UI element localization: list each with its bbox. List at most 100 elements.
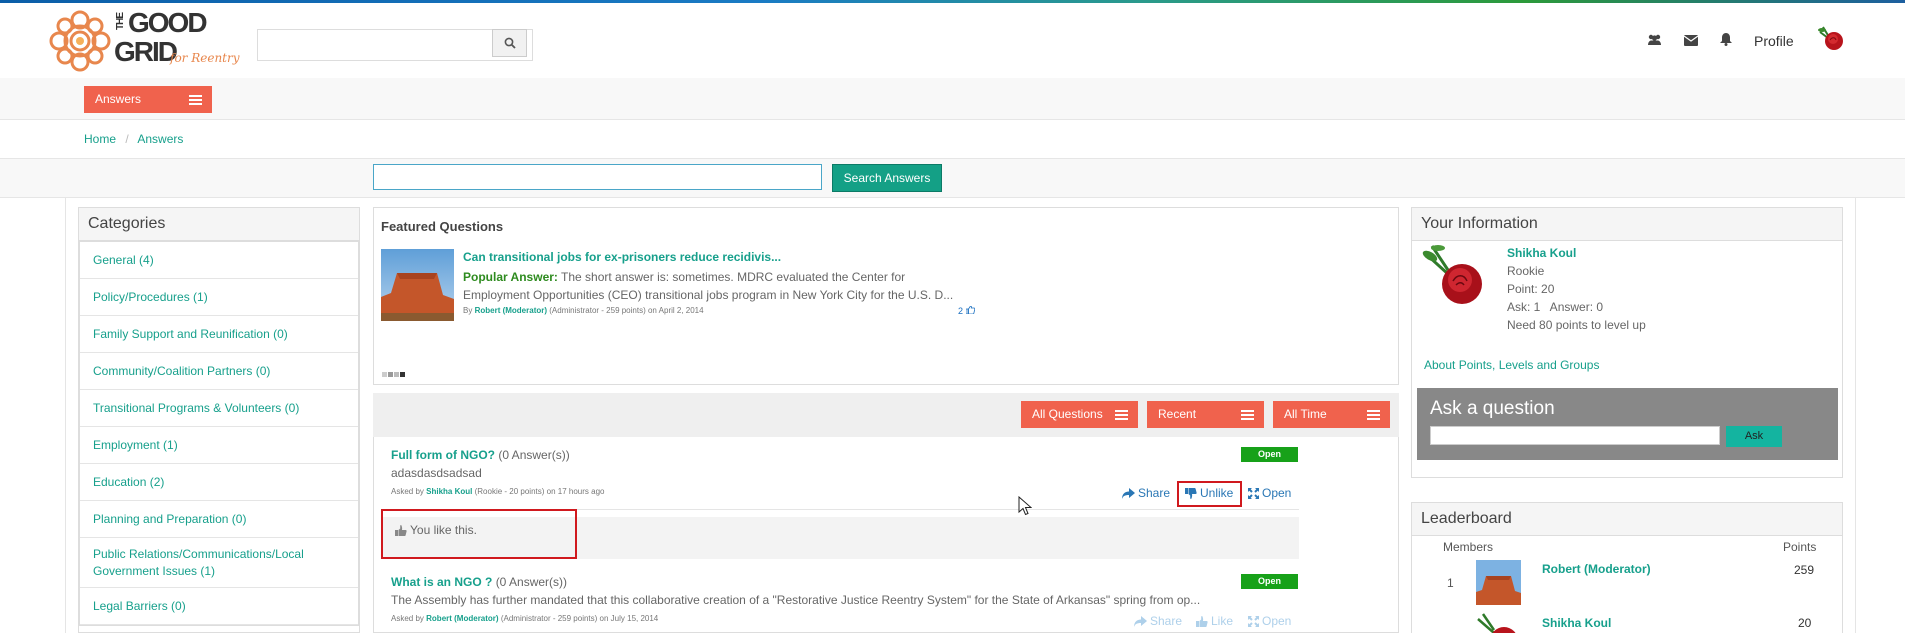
section-bar	[0, 78, 1905, 120]
expand-icon	[1248, 615, 1259, 627]
share-icon	[1134, 615, 1147, 627]
answer-search-input[interactable]	[373, 164, 822, 190]
site-search-button[interactable]	[492, 29, 527, 57]
question-title-link[interactable]: Full form of NGO?	[391, 448, 495, 462]
breadcrumb-answers[interactable]: Answers	[137, 132, 183, 146]
thumbs-up-icon	[965, 305, 975, 315]
leaderboard-member-link[interactable]: Robert (Moderator)	[1542, 562, 1651, 576]
hamburger-icon	[1241, 410, 1254, 420]
filter-recent[interactable]: Recent	[1147, 401, 1264, 428]
question-answer-count: (0 Answer(s))	[495, 575, 568, 589]
site-header: THE GOOD GRID for Reentry Profile	[0, 3, 1905, 79]
site-logo[interactable]: THE GOOD GRID for Reentry	[48, 7, 243, 75]
answers-menu-button[interactable]: Answers	[84, 86, 212, 113]
featured-like-number: 2	[958, 306, 964, 316]
highlight-unlike	[1177, 481, 1242, 507]
question-title-link[interactable]: What is an NGO ?	[391, 575, 492, 589]
bell-icon[interactable]	[1720, 33, 1732, 51]
search-icon	[504, 37, 516, 49]
popular-answer-label: Popular Answer:	[463, 270, 558, 284]
question-author-meta: (Administrator - 259 points)	[500, 614, 598, 623]
category-employment[interactable]: Employment (1)	[80, 427, 358, 464]
question-meta: Asked by Shikha Koul (Rookie - 20 points…	[391, 487, 604, 496]
groups-icon[interactable]	[1647, 33, 1662, 51]
question-body: adasdasdsadsad	[391, 466, 482, 480]
category-policy-procedures[interactable]: Policy/Procedures (1)	[80, 279, 358, 316]
open-label: Open	[1262, 486, 1292, 500]
question-meta: Asked by Robert (Moderator) (Administrat…	[391, 614, 1200, 623]
about-points-link[interactable]: About Points, Levels and Groups	[1424, 358, 1599, 372]
logo-grid: GRID	[114, 36, 178, 67]
ask-question-input[interactable]	[1430, 426, 1720, 445]
answer-search-bar	[0, 159, 1905, 198]
featured-thumbnail[interactable]	[381, 249, 454, 321]
featured-meta: By Robert (Moderator) (Administrator - 2…	[463, 306, 704, 315]
question-item: What is an NGO ? (0 Answer(s)) The Assem…	[391, 575, 1200, 623]
question-answer-count: (0 Answer(s))	[498, 448, 570, 462]
breadcrumb: Home / Answers	[84, 132, 183, 146]
breadcrumb-home[interactable]: Home	[84, 132, 116, 146]
share-label: Share	[1138, 486, 1171, 500]
user-avatar[interactable]	[1817, 24, 1844, 54]
question-item: Full form of NGO? (0 Answer(s)) adasdasd…	[391, 448, 604, 496]
logo-the: THE	[115, 13, 126, 30]
filter-all-time[interactable]: All Time	[1273, 401, 1390, 428]
question-author-link[interactable]: Shikha Koul	[426, 487, 472, 496]
mail-icon[interactable]	[1683, 33, 1699, 51]
category-planning-preparation[interactable]: Planning and Preparation (0)	[80, 501, 358, 538]
filter-all-questions[interactable]: All Questions	[1021, 401, 1138, 428]
question-author-meta: (Rookie - 20 points)	[474, 487, 545, 496]
open-button[interactable]: Open	[1248, 486, 1291, 500]
share-label: Share	[1150, 614, 1183, 628]
featured-author-link[interactable]: Robert (Moderator)	[475, 306, 547, 315]
category-public-relations[interactable]: Public Relations/Communications/Local Go…	[80, 538, 358, 588]
search-answers-button[interactable]: Search Answers	[832, 164, 942, 192]
leaderboard-points: 20	[1798, 616, 1812, 630]
highlight-like-note	[381, 509, 577, 559]
breadcrumb-separator: /	[125, 132, 129, 146]
filter-recent-label: Recent	[1158, 407, 1197, 421]
mouse-cursor-icon	[1018, 495, 1033, 516]
categories-title: Categories	[79, 208, 359, 241]
category-legal-barriers[interactable]: Legal Barriers (0)	[80, 588, 358, 625]
open-button[interactable]: Open	[1248, 614, 1291, 628]
question-author-link[interactable]: Robert (Moderator)	[426, 614, 498, 623]
leaderboard-avatar[interactable]	[1476, 560, 1521, 605]
share-button[interactable]: Share	[1122, 486, 1170, 500]
category-transitional-programs[interactable]: Transitional Programs & Volunteers (0)	[80, 390, 358, 427]
profile-link[interactable]: Profile	[1754, 33, 1794, 49]
question-time: on 17 hours ago	[546, 487, 605, 496]
like-button[interactable]: Like	[1196, 614, 1233, 628]
like-label: Like	[1211, 614, 1234, 628]
leaderboard-points: 259	[1794, 563, 1815, 577]
featured-pager[interactable]	[382, 365, 406, 377]
category-general[interactable]: General (4)	[80, 242, 358, 279]
user-name-link[interactable]: Shikha Koul	[1507, 244, 1646, 262]
profile-photo[interactable]	[1422, 244, 1488, 310]
leaderboard-points-header: Points	[1783, 540, 1817, 554]
category-community-coalition[interactable]: Community/Coalition Partners (0)	[80, 353, 358, 390]
category-education[interactable]: Education (2)	[80, 464, 358, 501]
category-family-support[interactable]: Family Support and Reunification (0)	[80, 316, 358, 353]
user-rank: Rookie	[1507, 264, 1545, 278]
open-label: Open	[1262, 614, 1292, 628]
leaderboard-member-link[interactable]: Shikha Koul	[1542, 616, 1611, 630]
hamburger-icon	[189, 95, 202, 105]
user-level-need: Need 80 points to level up	[1507, 318, 1646, 332]
status-badge: Open	[1241, 447, 1298, 462]
expand-icon	[1248, 487, 1259, 499]
featured-by-label: By	[463, 306, 473, 315]
featured-question-link[interactable]: Can transitional jobs for ex-prisoners r…	[463, 250, 781, 264]
share-icon	[1122, 487, 1135, 499]
share-button[interactable]: Share	[1134, 614, 1182, 628]
status-badge: Open	[1241, 574, 1298, 589]
leaderboard-avatar[interactable]	[1476, 613, 1521, 633]
featured-answer: Popular Answer: The short answer is: som…	[463, 268, 963, 304]
thumbs-up-icon	[1196, 615, 1208, 627]
user-ask-answer: Ask: 1 Answer: 0	[1507, 300, 1604, 314]
featured-like-count[interactable]: 2	[958, 305, 975, 316]
question-time: on July 15, 2014	[599, 614, 659, 623]
answers-menu-label: Answers	[95, 92, 142, 106]
hamburger-icon	[1367, 410, 1380, 420]
ask-button[interactable]: Ask	[1726, 426, 1782, 447]
